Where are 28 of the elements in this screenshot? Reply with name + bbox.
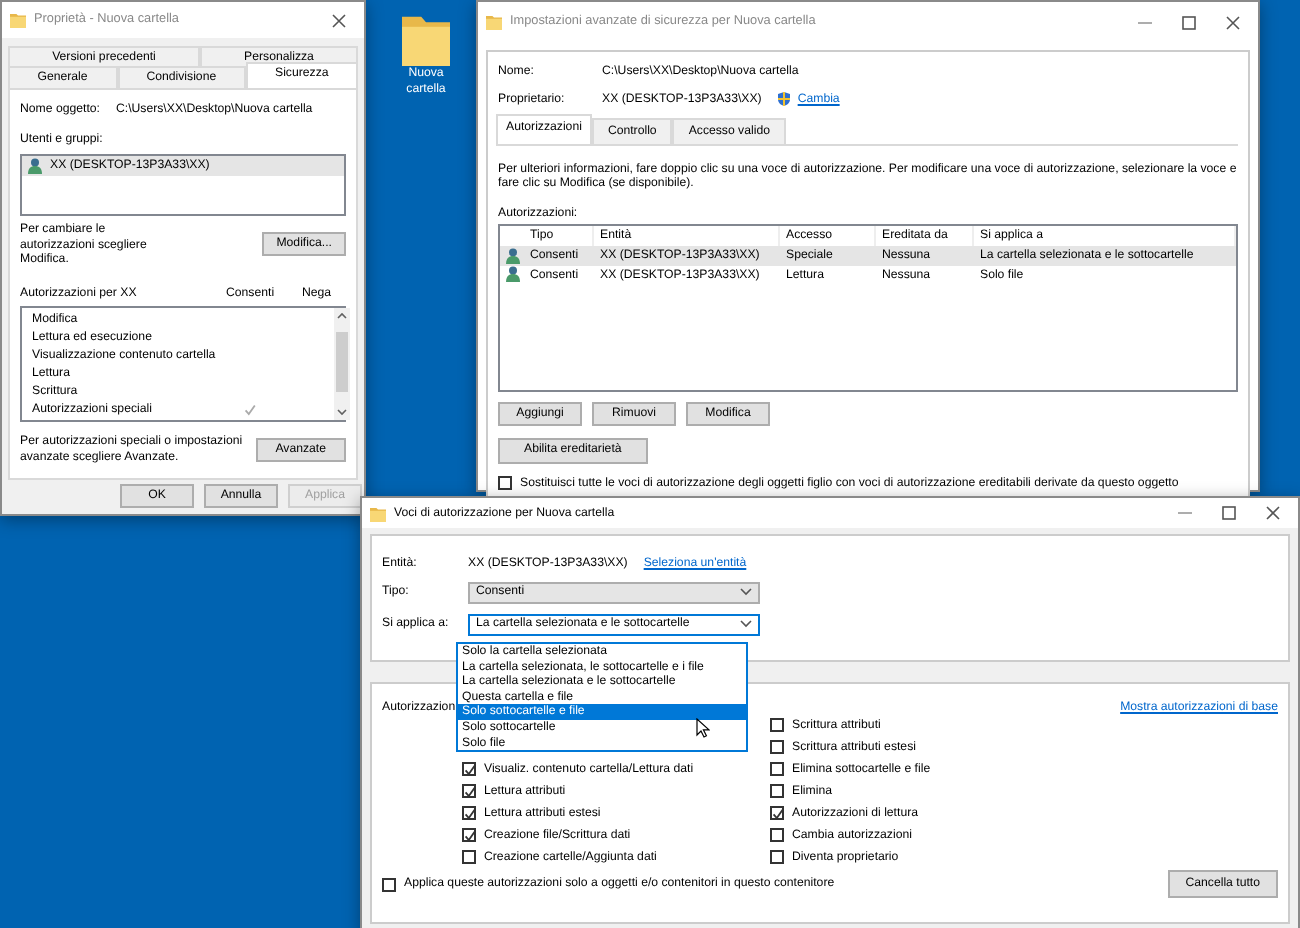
checkbox[interactable]: [462, 784, 476, 799]
checkbox[interactable]: [462, 828, 476, 843]
checkbox[interactable]: [770, 850, 784, 865]
checkbox[interactable]: [770, 806, 784, 821]
check-icon: [771, 807, 783, 820]
checkbox[interactable]: [462, 806, 476, 821]
minimize-icon: [1177, 506, 1191, 520]
checkbox[interactable]: [770, 740, 784, 755]
folder-icon: [486, 14, 502, 30]
close-icon: [1265, 506, 1279, 520]
close-icon: [331, 13, 345, 27]
checkbox[interactable]: [462, 850, 476, 865]
checkbox[interactable]: [770, 828, 784, 843]
checkbox[interactable]: [382, 877, 396, 892]
folder-icon: [10, 12, 26, 28]
checkbox[interactable]: [462, 762, 476, 777]
checkbox[interactable]: [770, 784, 784, 799]
shield-icon: [777, 91, 790, 106]
checkbox[interactable]: [498, 475, 512, 490]
maximize-icon: [1181, 15, 1195, 29]
user-icon: [28, 157, 42, 174]
folder-icon: [370, 505, 386, 521]
maximize-icon: [1221, 506, 1235, 520]
cursor-icon: [696, 718, 710, 738]
close-icon: [1225, 15, 1239, 29]
checkbox[interactable]: [770, 762, 784, 777]
scrollbar[interactable]: [333, 308, 350, 421]
checkbox[interactable]: [770, 718, 784, 733]
